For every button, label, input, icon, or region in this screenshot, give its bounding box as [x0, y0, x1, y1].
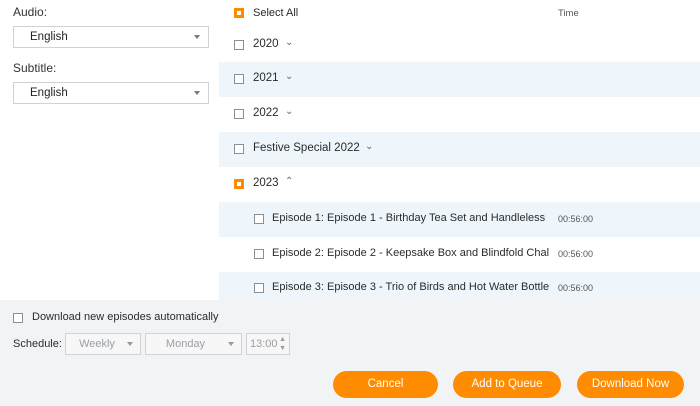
episode-row[interactable]: Episode 3: Episode 3 - Trio of Birds and… [219, 272, 700, 300]
group-label: 2020 [253, 38, 279, 50]
episode-list: Select All Time 2020 ⌄ 2021 ⌄ 2022 ⌄ Fes… [219, 0, 700, 300]
day-select[interactable]: Monday [145, 333, 242, 355]
group-label: 2023 [253, 177, 279, 189]
audio-select-value: English [30, 31, 68, 43]
chevron-down-icon[interactable]: ⌄ [285, 71, 293, 82]
audio-select[interactable]: English [13, 26, 209, 48]
chevron-down-icon[interactable]: ⌄ [285, 106, 293, 117]
group-row-2021[interactable]: 2021 ⌄ [219, 62, 700, 97]
chevron-up-icon[interactable]: ⌃ [285, 176, 293, 187]
cancel-button[interactable]: Cancel [333, 371, 438, 398]
chevron-down-icon[interactable]: ⌄ [365, 141, 373, 152]
list-header: Select All Time [219, 0, 700, 27]
episode-time: 00:56:00 [558, 249, 594, 259]
day-value: Monday [165, 338, 206, 350]
time-value: 13:00 [250, 338, 278, 350]
subtitle-select-value: English [30, 87, 68, 99]
group-checkbox[interactable] [234, 40, 244, 50]
subtitle-select[interactable]: English [13, 82, 209, 104]
episode-checkbox[interactable] [254, 214, 264, 224]
group-row-festive-2022[interactable]: Festive Special 2022 ⌄ [219, 132, 700, 167]
chevron-down-icon [194, 35, 200, 39]
episode-time: 00:56:00 [558, 214, 594, 224]
episode-checkbox[interactable] [254, 283, 264, 293]
stepper-arrows-icon[interactable]: ▲ ▼ [279, 335, 286, 353]
group-label: Festive Special 2022 [253, 142, 360, 154]
episode-checkbox[interactable] [254, 249, 264, 259]
chevron-down-icon [194, 91, 200, 95]
frequency-value: Weekly [79, 338, 115, 350]
chevron-down-icon[interactable]: ⌄ [285, 37, 293, 48]
episode-row[interactable]: Episode 2: Episode 2 - Keepsake Box and … [219, 237, 700, 272]
group-row-2020[interactable]: 2020 ⌄ [219, 27, 700, 62]
schedule-label: Schedule: [13, 338, 62, 350]
select-all-label: Select All [253, 7, 299, 19]
frequency-select[interactable]: Weekly [65, 333, 141, 355]
audio-label: Audio: [13, 5, 48, 19]
group-row-2023[interactable]: 2023 ⌃ [219, 167, 700, 202]
chevron-down-icon [127, 342, 133, 346]
auto-download-checkbox[interactable] [13, 313, 23, 323]
episode-title: Episode 2: Episode 2 - Keepsake Box and … [272, 247, 550, 259]
add-to-queue-button[interactable]: Add to Queue [453, 371, 561, 398]
time-stepper[interactable]: 13:00 ▲ ▼ [246, 333, 290, 355]
group-label: 2022 [253, 107, 279, 119]
episode-title: Episode 3: Episode 3 - Trio of Birds and… [272, 281, 550, 293]
episode-time: 00:56:00 [558, 283, 594, 293]
download-now-button[interactable]: Download Now [577, 371, 684, 398]
subtitle-label: Subtitle: [13, 61, 57, 75]
time-header: Time [558, 8, 579, 19]
settings-panel: Audio: English Subtitle: English [0, 0, 219, 300]
episode-row[interactable]: Episode 1: Episode 1 - Birthday Tea Set … [219, 202, 700, 237]
chevron-down-icon [228, 342, 234, 346]
group-checkbox[interactable] [234, 74, 244, 84]
group-row-2022[interactable]: 2022 ⌄ [219, 97, 700, 132]
auto-download-label: Download new episodes automatically [32, 311, 219, 323]
episode-title: Episode 1: Episode 1 - Birthday Tea Set … [272, 212, 546, 224]
group-checkbox[interactable] [234, 179, 244, 189]
group-checkbox[interactable] [234, 109, 244, 119]
select-all-checkbox[interactable] [234, 8, 244, 18]
group-label: 2021 [253, 72, 279, 84]
group-checkbox[interactable] [234, 144, 244, 154]
